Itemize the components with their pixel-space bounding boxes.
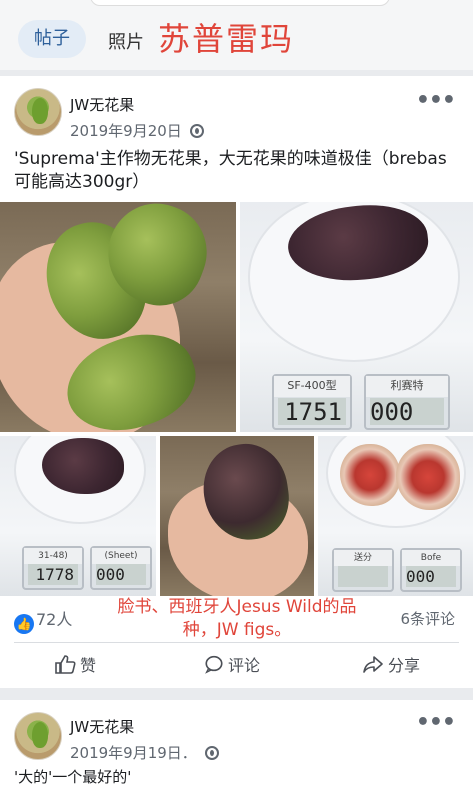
scale-display-value: 000 bbox=[96, 564, 146, 585]
post-card: JW无花果 2019年9月20日 ••• 'Suprema'主作物无花果，大无花… bbox=[0, 76, 473, 688]
avatar[interactable] bbox=[14, 88, 62, 136]
page-title: 苏普雷玛 bbox=[158, 20, 295, 58]
post-date-text: 2019年9月19日． bbox=[70, 744, 197, 762]
photo-fig-single[interactable] bbox=[160, 436, 314, 596]
post-date[interactable]: 2019年9月19日． bbox=[70, 742, 219, 763]
search-bar-edge[interactable] bbox=[90, 0, 390, 6]
photo-scale-2[interactable]: 31-48) 1778 (Sheet) 000 bbox=[0, 436, 156, 596]
scale-display: (Sheet) 000 bbox=[90, 546, 152, 590]
post-author[interactable]: JW无花果 bbox=[70, 94, 134, 115]
comment-button-label: 评论 bbox=[228, 656, 261, 675]
scale-display: 送分 bbox=[332, 548, 394, 592]
scale-display-value: 1778 bbox=[28, 564, 78, 585]
fig-half-shape bbox=[340, 444, 400, 506]
post-card: JW无花果 2019年9月19日． ••• '大的'一个最好的' bbox=[0, 700, 473, 800]
post-author[interactable]: JW无花果 bbox=[70, 716, 134, 737]
globe-icon bbox=[189, 124, 204, 138]
overlay-caption: 脸书、西班牙人Jesus Wild的品种，JW figs。 bbox=[117, 597, 357, 640]
scale-display-label: 利赛特 bbox=[366, 376, 448, 397]
thumbs-up-icon bbox=[55, 655, 76, 674]
divider bbox=[14, 642, 459, 643]
avatar[interactable] bbox=[14, 712, 62, 760]
top-bar: 帖子 照片 苏普雷玛 bbox=[0, 0, 473, 70]
photo-figs-in-hand[interactable] bbox=[0, 202, 236, 432]
post-date-text: 2019年9月20日 bbox=[70, 122, 182, 140]
post-text: 'Suprema'主作物无花果，大无花果的味道极佳（brebas可能高达300g… bbox=[14, 149, 447, 192]
share-button[interactable]: 分享 bbox=[362, 652, 420, 676]
scale-display-value: 000 bbox=[406, 566, 456, 587]
thumbs-up-badge-icon: 👍 bbox=[14, 614, 34, 634]
globe-icon bbox=[204, 746, 219, 760]
photo-fig-on-scale[interactable]: SF-400型 1751 利赛特 000 bbox=[240, 202, 473, 432]
more-options-icon[interactable]: ••• bbox=[416, 710, 456, 735]
like-button-label: 赞 bbox=[80, 656, 97, 675]
scale-display-value bbox=[338, 566, 388, 587]
like-count[interactable]: 👍 72人 bbox=[14, 606, 72, 634]
share-arrow-icon bbox=[363, 656, 383, 673]
scale-display-label: SF-400型 bbox=[274, 376, 350, 397]
scale-display: Bofe 000 bbox=[400, 548, 462, 592]
scale-display-label: 送分 bbox=[334, 550, 392, 566]
post-date[interactable]: 2019年9月20日 bbox=[70, 120, 204, 141]
tab-photos[interactable]: 照片 bbox=[108, 28, 144, 54]
scale-display-value: 1751 bbox=[278, 397, 346, 426]
share-button-label: 分享 bbox=[388, 656, 421, 675]
like-button[interactable]: 赞 bbox=[54, 652, 96, 676]
post-text: '大的'一个最好的' bbox=[14, 768, 132, 786]
more-options-icon[interactable]: ••• bbox=[416, 88, 456, 113]
scale-display-label: (Sheet) bbox=[92, 548, 150, 564]
scale-display-value: 000 bbox=[370, 397, 444, 426]
like-count-text: 72人 bbox=[36, 610, 73, 629]
comment-bubble-icon bbox=[205, 655, 223, 674]
scale-display-label: Bofe bbox=[402, 550, 460, 566]
scale-display-label: 31-48) bbox=[24, 548, 82, 564]
tab-posts[interactable]: 帖子 bbox=[18, 20, 86, 58]
scale-display: 利赛特 000 bbox=[364, 374, 450, 430]
photo-fig-cut[interactable]: 送分 Bofe 000 bbox=[318, 436, 473, 596]
comment-count[interactable]: 6条评论 bbox=[400, 608, 455, 629]
fig-half-shape bbox=[396, 444, 460, 510]
scale-display: SF-400型 1751 bbox=[272, 374, 352, 430]
comment-button[interactable]: 评论 bbox=[204, 652, 260, 676]
fig-shape bbox=[42, 438, 124, 494]
scale-display: 31-48) 1778 bbox=[22, 546, 84, 590]
